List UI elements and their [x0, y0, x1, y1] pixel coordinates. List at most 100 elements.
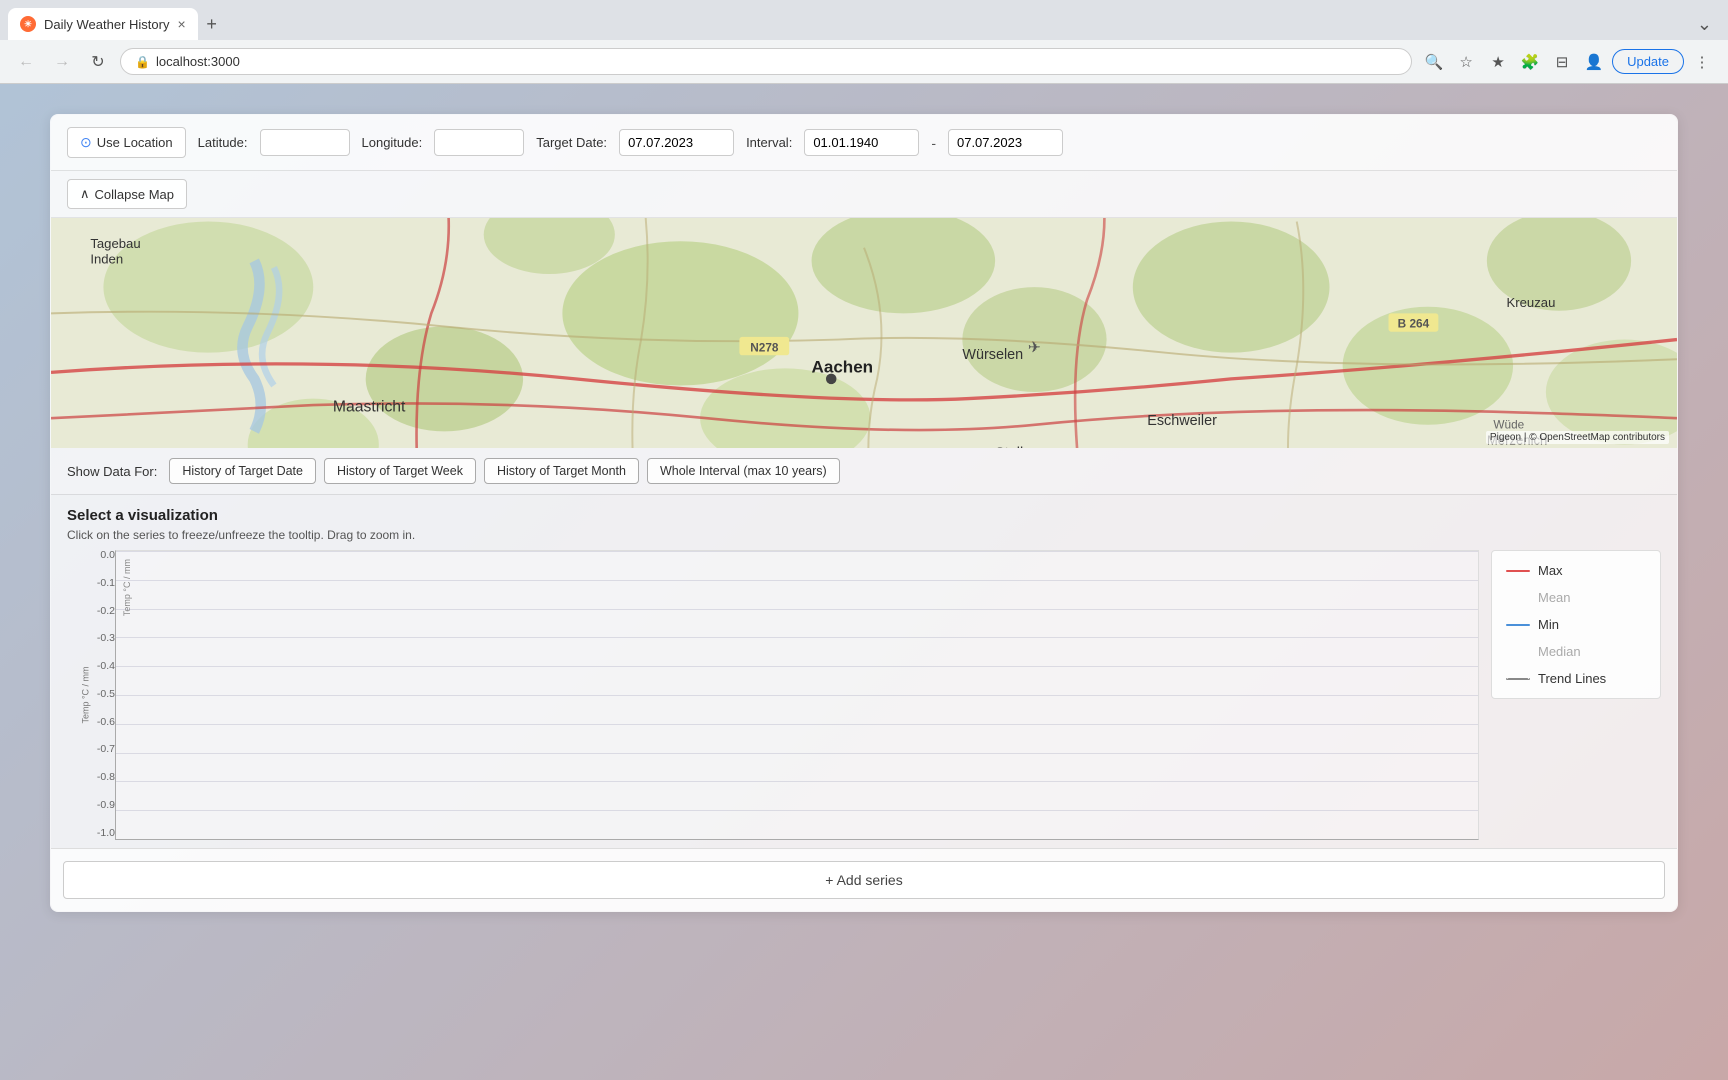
- latitude-input[interactable]: [260, 129, 350, 156]
- extensions-button[interactable]: 🧩: [1516, 48, 1544, 76]
- legend-item-min[interactable]: Min: [1506, 617, 1646, 632]
- toolbar-right: 🔍 ☆ ★ 🧩 ⊟ 👤 Update ⋮: [1420, 48, 1716, 76]
- y-tick-8: -0.8: [67, 772, 115, 783]
- grid-line-4: [116, 666, 1478, 667]
- collapse-map-label: Collapse Map: [95, 187, 175, 202]
- url-text: localhost:3000: [156, 54, 240, 69]
- active-tab[interactable]: ☀ Daily Weather History ×: [8, 8, 198, 40]
- svg-text:N278: N278: [750, 340, 779, 354]
- favorites-button[interactable]: ★: [1484, 48, 1512, 76]
- tab-close-button[interactable]: ×: [177, 16, 185, 32]
- legend-item-mean[interactable]: Mean: [1506, 590, 1646, 605]
- y-tick-5: -0.5: [67, 689, 115, 700]
- legend-item-max[interactable]: Max: [1506, 563, 1646, 578]
- chart-wrapper: Temp °C / mm 0.0 -0.1 -0.2 -0.3 -0.4 -0.…: [67, 550, 1661, 840]
- use-location-button[interactable]: ⊙ Use Location: [67, 127, 186, 158]
- grid-line-6: [116, 724, 1478, 725]
- y-axis-label: Temp °C / mm: [81, 666, 91, 723]
- y-tick-1: -0.1: [67, 578, 115, 589]
- show-data-label: Show Data For:: [67, 464, 157, 479]
- profile-button[interactable]: 👤: [1580, 48, 1608, 76]
- interval-end-input[interactable]: [948, 129, 1063, 156]
- y-tick-7: -0.7: [67, 744, 115, 755]
- map-svg: N278 B 264 B 477 Riemst Maastricht Eijsd…: [51, 218, 1677, 448]
- interval-separator: -: [931, 135, 936, 151]
- legend-line-min: [1506, 624, 1530, 626]
- legend-label-min: Min: [1538, 617, 1559, 632]
- svg-text:Kreuzau: Kreuzau: [1507, 295, 1556, 310]
- svg-text:Eschweiler: Eschweiler: [1147, 413, 1217, 429]
- new-tab-button[interactable]: +: [198, 10, 226, 38]
- svg-text:B 264: B 264: [1398, 317, 1430, 331]
- svg-text:Tagebau: Tagebau: [90, 236, 140, 251]
- tab-strip-down-icon[interactable]: ⌄: [1697, 14, 1712, 35]
- legend-line-max: [1506, 570, 1530, 572]
- split-view-button[interactable]: ⊟: [1548, 48, 1576, 76]
- longitude-input[interactable]: [434, 129, 524, 156]
- reload-button[interactable]: ↻: [84, 48, 112, 76]
- update-button[interactable]: Update: [1612, 49, 1684, 74]
- page-body: ⊙ Use Location Latitude: Longitude: Targ…: [0, 84, 1728, 1080]
- viz-section: Select a visualization Click on the seri…: [51, 495, 1677, 848]
- forward-button[interactable]: →: [48, 48, 76, 76]
- longitude-label: Longitude:: [362, 135, 423, 150]
- chart-plot[interactable]: Temp °C / mm: [115, 550, 1479, 840]
- search-button[interactable]: 🔍: [1420, 48, 1448, 76]
- address-bar[interactable]: 🔒 localhost:3000: [120, 48, 1412, 75]
- collapse-map-button[interactable]: ∧ Collapse Map: [67, 179, 187, 209]
- menu-button[interactable]: ⋮: [1688, 48, 1716, 76]
- chart-legend: Max Mean Min Median: [1491, 550, 1661, 699]
- tab-bar: ☀ Daily Weather History × + ⌄: [0, 0, 1728, 40]
- target-date-input[interactable]: [619, 129, 734, 156]
- chart-inner-label: Temp °C / mm: [122, 559, 132, 616]
- tab-title: Daily Weather History: [44, 17, 169, 32]
- add-series-bar: + Add series: [51, 848, 1677, 911]
- tab-history-target-month[interactable]: History of Target Month: [484, 458, 639, 484]
- y-tick-4: -0.4: [67, 661, 115, 672]
- svg-text:Wüde: Wüde: [1493, 418, 1524, 432]
- svg-text:Maastricht: Maastricht: [333, 399, 406, 416]
- legend-label-max: Max: [1538, 563, 1563, 578]
- add-series-button[interactable]: + Add series: [63, 861, 1665, 899]
- legend-item-median[interactable]: Median: [1506, 644, 1646, 659]
- target-date-label: Target Date:: [536, 135, 607, 150]
- legend-label-median: Median: [1538, 644, 1581, 659]
- collapse-chevron-icon: ∧: [80, 186, 90, 202]
- attribution-osm: | © OpenStreetMap contributors: [1524, 432, 1665, 443]
- interval-label: Interval:: [746, 135, 792, 150]
- back-button[interactable]: ←: [12, 48, 40, 76]
- grid-line-0: [116, 551, 1478, 552]
- bookmark-button[interactable]: ☆: [1452, 48, 1480, 76]
- y-tick-3: -0.3: [67, 633, 115, 644]
- interval-start-input[interactable]: [804, 129, 919, 156]
- svg-text:Inden: Inden: [90, 252, 123, 267]
- y-tick-9: -0.9: [67, 800, 115, 811]
- grid-line-10: [116, 839, 1478, 840]
- legend-item-trend[interactable]: Trend Lines: [1506, 671, 1646, 686]
- latitude-label: Latitude:: [198, 135, 248, 150]
- svg-text:Würselen: Würselen: [962, 347, 1023, 363]
- grid-line-1: [116, 580, 1478, 581]
- svg-text:Aachen: Aachen: [812, 357, 874, 376]
- tab-history-target-date[interactable]: History of Target Date: [169, 458, 316, 484]
- map-container[interactable]: N278 B 264 B 477 Riemst Maastricht Eijsd…: [51, 218, 1677, 448]
- grid-line-8: [116, 781, 1478, 782]
- show-data-bar: Show Data For: History of Target Date Hi…: [51, 448, 1677, 495]
- main-card: ⊙ Use Location Latitude: Longitude: Targ…: [50, 114, 1678, 912]
- grid-line-3: [116, 637, 1478, 638]
- grid-line-2: [116, 609, 1478, 610]
- grid-line-9: [116, 810, 1478, 811]
- lock-icon: 🔒: [135, 55, 150, 69]
- legend-label-trend: Trend Lines: [1538, 671, 1606, 686]
- grid-line-5: [116, 695, 1478, 696]
- svg-text:Stolberg: Stolberg: [995, 446, 1049, 448]
- browser-toolbar: ← → ↻ 🔒 localhost:3000 🔍 ☆ ★ 🧩 ⊟ 👤 Updat…: [0, 40, 1728, 84]
- attribution-pigeon: Pigeon: [1490, 432, 1521, 443]
- tab-whole-interval[interactable]: Whole Interval (max 10 years): [647, 458, 840, 484]
- legend-line-trend: [1506, 678, 1530, 680]
- y-tick-10: -1.0: [67, 828, 115, 839]
- collapse-map-row: ∧ Collapse Map: [51, 171, 1677, 218]
- tab-history-target-week[interactable]: History of Target Week: [324, 458, 476, 484]
- browser-chrome: ☀ Daily Weather History × + ⌄ ← → ↻ 🔒 lo…: [0, 0, 1728, 84]
- y-axis: Temp °C / mm 0.0 -0.1 -0.2 -0.3 -0.4 -0.…: [67, 550, 115, 840]
